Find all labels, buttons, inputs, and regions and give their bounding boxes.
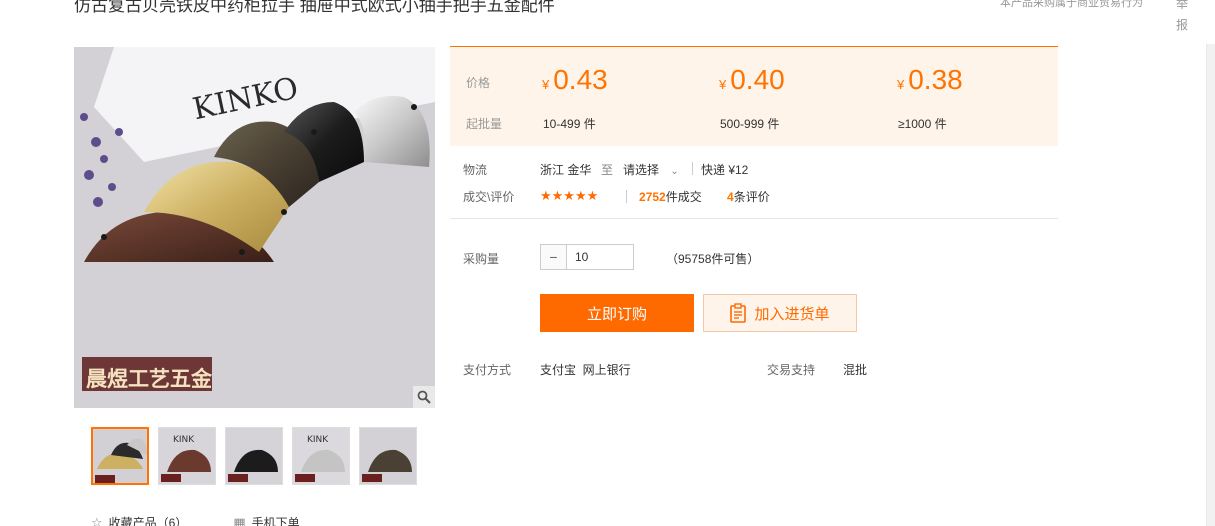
payment-methods: 支付宝 网上银行 xyxy=(540,363,631,377)
trade-support-value: 混批 xyxy=(843,363,868,377)
reviews-label: 成交\评价 xyxy=(463,190,515,204)
review-number: 4 xyxy=(727,190,734,204)
favorite-link[interactable]: ☆ 收藏产品（6） xyxy=(91,514,187,526)
quantity-label: 采购量 xyxy=(463,252,500,266)
buy-now-button[interactable]: 立即订购 xyxy=(540,294,694,332)
thumbnail-5[interactable] xyxy=(359,427,417,485)
page-scrollbar[interactable] xyxy=(1206,44,1215,526)
thumbnail-2[interactable]: KINK xyxy=(158,427,216,485)
review-count[interactable]: 4条评价 xyxy=(727,188,770,205)
decrement-button[interactable]: − xyxy=(541,245,567,269)
moq-label: 起批量 xyxy=(466,117,503,131)
report-note: 本产品采购属于商业贸易行为 xyxy=(1000,0,1143,9)
price-tier-2: ¥0.40 xyxy=(719,64,785,96)
add-to-cart-label: 加入进货单 xyxy=(754,305,830,323)
price-tier-3: ¥0.38 xyxy=(897,64,963,96)
trade-support-label: 交易支持 xyxy=(767,363,816,377)
price-tier-1: ¥0.43 xyxy=(542,64,608,96)
thumbnail-3[interactable] xyxy=(225,427,283,485)
zoom-button[interactable] xyxy=(413,386,435,408)
svg-text:KINK: KINK xyxy=(307,435,329,445)
deals-count[interactable]: 2752件成交 xyxy=(639,188,702,205)
price-value: 0.38 xyxy=(908,64,963,95)
clipboard-icon xyxy=(730,303,747,323)
svg-text:KINK: KINK xyxy=(173,435,195,445)
logistics-separator xyxy=(692,162,693,175)
review-suffix: 条评价 xyxy=(733,190,770,204)
express-fee: 快递 ¥12 xyxy=(701,163,749,177)
currency-symbol: ¥ xyxy=(719,77,727,92)
star-outline-icon: ☆ xyxy=(91,514,103,526)
thumbnail-1[interactable] xyxy=(91,427,149,485)
main-product-image[interactable]: KINKO 晨煜工艺五金 xyxy=(74,47,435,408)
mobile-order-label: 手机下单 xyxy=(251,516,300,526)
logistics-to: 至 xyxy=(601,163,614,177)
currency-symbol: ¥ xyxy=(542,77,550,92)
magnifier-icon xyxy=(417,390,431,404)
price-label: 价格 xyxy=(466,76,491,90)
product-title: 仿古复古贝壳铁皮中药柜拉手 抽屉中式欧式小抽手把手五金配件 xyxy=(74,0,555,15)
currency-symbol: ¥ xyxy=(897,77,905,92)
qrcode-icon: ▦ xyxy=(233,514,246,526)
payment-label: 支付方式 xyxy=(463,363,512,377)
reviews-separator xyxy=(626,190,627,203)
destination-select[interactable]: 请选择 ⌄ xyxy=(623,161,679,178)
rating-stars: ★★★★★ xyxy=(540,188,599,203)
logistics-label: 物流 xyxy=(463,163,488,177)
available-stock: （95758件可售） xyxy=(666,252,760,266)
qty-range-1: 10-499 件 xyxy=(543,117,596,131)
qty-range-2: 500-999 件 xyxy=(720,117,780,131)
bottom-links: ☆ 收藏产品（6） ▦ 手机下单 xyxy=(91,514,300,526)
mobile-order-link[interactable]: ▦ 手机下单 xyxy=(233,514,299,526)
thumbnail-4[interactable]: KINK xyxy=(292,427,350,485)
report-link[interactable]: 举报 xyxy=(1176,0,1190,36)
section-divider xyxy=(450,218,1058,219)
deals-suffix: 件成交 xyxy=(665,190,702,204)
price-value: 0.40 xyxy=(730,64,785,95)
price-value: 0.43 xyxy=(553,64,608,95)
favorite-label: 收藏产品（6） xyxy=(108,516,188,526)
watermark-text: 晨煜工艺五金 xyxy=(86,366,212,391)
thumbnail-strip: KINK KINK xyxy=(91,427,417,485)
quantity-stepper: − xyxy=(540,244,634,270)
qty-range-3: ≥1000 件 xyxy=(898,117,947,131)
destination-select-value: 请选择 xyxy=(623,163,660,177)
deals-number: 2752 xyxy=(639,190,666,204)
add-to-cart-button[interactable]: 加入进货单 xyxy=(703,294,857,332)
quantity-input[interactable] xyxy=(567,245,633,269)
logistics-origin: 浙江 金华 xyxy=(540,163,592,177)
chevron-down-icon: ⌄ xyxy=(670,166,679,177)
price-box: 价格 起批量 ¥0.43 ¥0.40 ¥0.38 10-499 件 500-99… xyxy=(450,46,1058,146)
